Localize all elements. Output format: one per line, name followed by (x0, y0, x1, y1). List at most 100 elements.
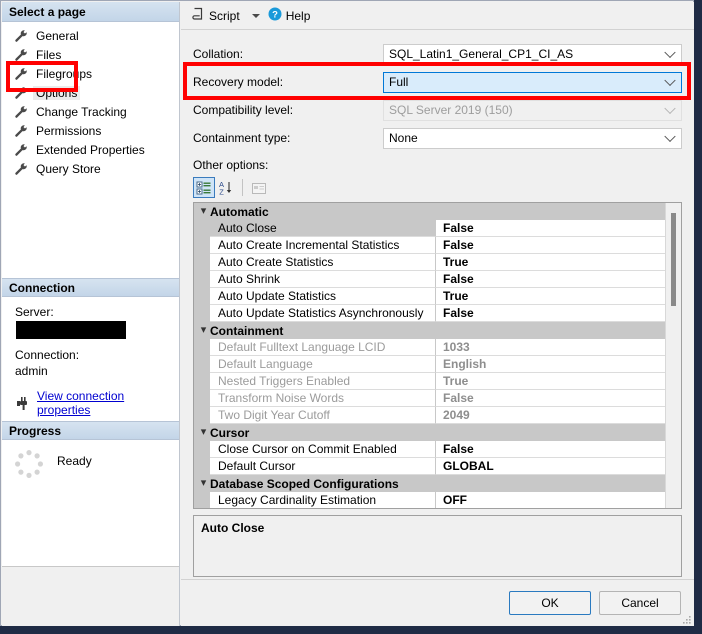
sidebar-item-general[interactable]: General (2, 26, 179, 45)
chevron-down-icon[interactable] (664, 75, 675, 86)
row-gutter (194, 220, 210, 237)
recovery-model-combobox[interactable]: Full (383, 72, 682, 93)
table-row[interactable]: Close Cursor on Commit EnabledFalse (194, 441, 665, 458)
category-label: Containment (210, 324, 283, 338)
chevron-down-icon[interactable]: ▾ (197, 325, 210, 336)
property-value[interactable]: False (436, 271, 665, 288)
table-row[interactable]: Default Fulltext Language LCID1033 (194, 339, 665, 356)
property-name: Default Fulltext Language LCID (210, 339, 436, 356)
connection-section-body: Server: Connection: admin View co (2, 297, 179, 421)
table-row[interactable]: Auto CloseFalse (194, 220, 665, 237)
script-dropdown-arrow[interactable] (252, 14, 260, 18)
property-name: Two Digit Year Cutoff (210, 407, 436, 424)
connection-label: Connection: (15, 348, 179, 362)
row-gutter (194, 407, 210, 424)
categorized-view-button[interactable] (193, 177, 215, 198)
wrench-icon (14, 105, 28, 119)
table-row[interactable]: Auto Create StatisticsTrue (194, 254, 665, 271)
table-row[interactable]: Transform Noise WordsFalse (194, 390, 665, 407)
property-name: Auto Update Statistics (210, 288, 436, 305)
property-pages-button[interactable] (248, 177, 270, 198)
property-value[interactable]: GLOBAL (436, 458, 665, 475)
sidebar-item-options[interactable]: Options (2, 83, 179, 102)
property-value[interactable]: True (436, 373, 665, 390)
property-value[interactable]: False (436, 441, 665, 458)
row-gutter (194, 441, 210, 458)
toolbar-separator (242, 179, 243, 196)
table-row[interactable]: Auto Create Incremental StatisticsFalse (194, 237, 665, 254)
chevron-down-icon[interactable]: ▾ (197, 206, 210, 217)
row-gutter (194, 237, 210, 254)
ok-button[interactable]: OK (509, 591, 591, 615)
property-category-containment[interactable]: ▾Containment (194, 322, 665, 339)
sidebar-item-permissions[interactable]: Permissions (2, 121, 179, 140)
sidebar-item-filegroups[interactable]: Filegroups (2, 64, 179, 83)
wrench-icon (14, 162, 28, 176)
cancel-button[interactable]: Cancel (599, 591, 681, 615)
sidebar-item-label: Filegroups (33, 67, 95, 81)
chevron-down-icon[interactable]: ▾ (197, 478, 210, 489)
help-label: Help (286, 9, 311, 23)
view-connection-properties-row[interactable]: View connection properties (15, 389, 179, 417)
property-name: Auto Close (210, 220, 436, 237)
chevron-down-icon[interactable] (664, 131, 675, 142)
table-row[interactable]: Auto ShrinkFalse (194, 271, 665, 288)
property-value[interactable]: 1033 (436, 339, 665, 356)
wrench-icon (14, 67, 28, 81)
sidebar-item-files[interactable]: Files (2, 45, 179, 64)
property-value[interactable]: False (436, 305, 665, 322)
category-label: Database Scoped Configurations (210, 477, 399, 491)
script-icon (191, 7, 205, 24)
property-category-cursor[interactable]: ▾Cursor (194, 424, 665, 441)
property-category-database-scoped-configurations[interactable]: ▾Database Scoped Configurations (194, 475, 665, 492)
property-value[interactable]: False (436, 237, 665, 254)
scrollbar-thumb[interactable] (671, 213, 676, 306)
dialog-button-bar: OK Cancel (181, 579, 694, 626)
property-value[interactable]: False (436, 220, 665, 237)
containment-type-combobox[interactable]: None (383, 128, 682, 149)
sidebar-item-query-store[interactable]: Query Store (2, 159, 179, 178)
chevron-down-icon[interactable] (664, 103, 675, 114)
recovery-model-label: Recovery model: (193, 75, 383, 89)
description-title: Auto Close (201, 521, 681, 535)
progress-status-text: Ready (57, 454, 92, 468)
property-value[interactable]: OFF (436, 492, 665, 508)
chevron-down-icon[interactable] (664, 47, 675, 58)
form-row-compatibility-level: Compatibility level:SQL Server 2019 (150… (193, 98, 682, 122)
property-value[interactable]: False (436, 390, 665, 407)
sidebar-item-change-tracking[interactable]: Change Tracking (2, 102, 179, 121)
sidebar-item-extended-properties[interactable]: Extended Properties (2, 140, 179, 159)
wrench-icon (14, 29, 28, 43)
table-row[interactable]: Legacy Cardinality EstimationOFF (194, 492, 665, 508)
script-button[interactable]: Script (187, 5, 244, 27)
property-value[interactable]: 2049 (436, 407, 665, 424)
form-row-recovery-model: Recovery model:Full (193, 70, 682, 94)
view-connection-properties-link[interactable]: View connection properties (37, 389, 179, 417)
property-name: Auto Create Incremental Statistics (210, 237, 436, 254)
table-row[interactable]: Default CursorGLOBAL (194, 458, 665, 475)
table-row[interactable]: Auto Update Statistics AsynchronouslyFal… (194, 305, 665, 322)
plug-icon (16, 396, 32, 411)
sidebar-bottom-filler (2, 566, 179, 626)
property-value[interactable]: English (436, 356, 665, 373)
property-grid-scrollbar[interactable] (665, 203, 681, 508)
wrench-icon (14, 143, 28, 157)
chevron-down-icon[interactable]: ▾ (197, 427, 210, 438)
dialog-toolbar: Script ? Help (181, 2, 694, 30)
table-row[interactable]: Default LanguageEnglish (194, 356, 665, 373)
server-label: Server: (15, 305, 179, 319)
compatibility-level-combobox[interactable]: SQL Server 2019 (150) (383, 100, 682, 121)
property-value[interactable]: True (436, 288, 665, 305)
select-a-page-panel: Select a page GeneralFilesFilegroupsOpti… (2, 2, 180, 626)
table-row[interactable]: Two Digit Year Cutoff2049 (194, 407, 665, 424)
collation-combobox[interactable]: SQL_Latin1_General_CP1_CI_AS (383, 44, 682, 65)
property-value[interactable]: True (436, 254, 665, 271)
help-button[interactable]: ? Help (264, 5, 315, 27)
table-row[interactable]: Nested Triggers EnabledTrue (194, 373, 665, 390)
alphabetical-sort-button[interactable]: A Z (215, 177, 237, 198)
other-options-property-grid[interactable]: ▾AutomaticAuto CloseFalseAuto Create Inc… (193, 202, 682, 509)
property-category-automatic[interactable]: ▾Automatic (194, 203, 665, 220)
sidebar-item-label: Extended Properties (33, 143, 148, 157)
resize-grip-icon[interactable] (682, 614, 692, 624)
table-row[interactable]: Auto Update StatisticsTrue (194, 288, 665, 305)
